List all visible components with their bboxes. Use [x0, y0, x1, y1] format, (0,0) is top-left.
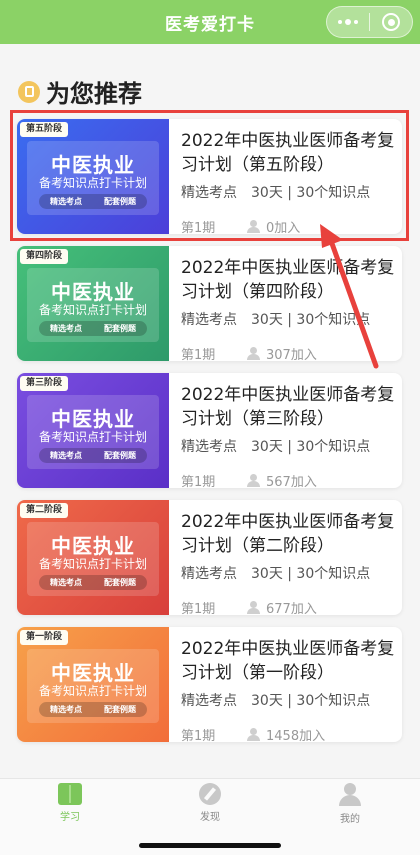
- person-icon: [339, 783, 361, 807]
- plan-cover: 第一阶段 中医执业 备考知识点打卡计划 精选考点 配套例题: [17, 627, 169, 742]
- plan-issue: 第1期: [181, 602, 216, 617]
- person-icon: [247, 728, 260, 741]
- plan-footer: 第1期 677加入: [181, 598, 397, 617]
- cover-pill-left: 精选考点: [50, 705, 82, 714]
- cover-pill-left: 精选考点: [50, 578, 82, 587]
- section-header: 为您推荐: [18, 74, 142, 109]
- plan-joined: 0加入: [266, 221, 301, 236]
- more-button[interactable]: [327, 7, 369, 37]
- cover-pill: 精选考点 配套例题: [39, 194, 147, 209]
- plan-card[interactable]: 第一阶段 中医执业 备考知识点打卡计划 精选考点 配套例题 2022年中医执业医…: [17, 627, 402, 744]
- main-content: 为您推荐 第五阶段 中医执业 备考知识点打卡计划 精选考点 配套例题 2022年…: [0, 44, 420, 778]
- cover-pill-left: 精选考点: [50, 451, 82, 460]
- plan-title: 2022年中医执业医师备考复习计划（第五阶段）: [181, 131, 395, 175]
- plan-info: 2022年中医执业医师备考复习计划（第三阶段） 精选考点 30天 | 30个知识…: [181, 383, 397, 490]
- plan-title: 2022年中医执业医师备考复习计划（第二阶段）: [181, 512, 395, 556]
- more-dots-icon: [338, 19, 358, 25]
- cover-pill: 精选考点 配套例题: [39, 702, 147, 717]
- tab-me[interactable]: 我的: [310, 783, 390, 827]
- plan-joined: 1458加入: [266, 729, 326, 744]
- stage-badge: 第三阶段: [20, 376, 69, 391]
- compass-icon: [199, 783, 221, 805]
- plan-footer: 第1期 567加入: [181, 471, 397, 490]
- plan-meta: 精选考点 30天 | 30个知识点: [181, 312, 371, 328]
- cover-subtitle: 备考知识点打卡计划: [38, 684, 147, 698]
- mini-program-capsule: [326, 6, 413, 38]
- target-icon: [382, 13, 400, 31]
- cover-pill-right: 配套例题: [104, 578, 136, 587]
- person-icon: [247, 601, 260, 614]
- cover-pill-left: 精选考点: [50, 324, 82, 333]
- cover-pill-right: 配套例题: [104, 324, 136, 333]
- plan-issue: 第1期: [181, 475, 216, 490]
- nav-title: 医考爱打卡: [165, 14, 255, 35]
- cover-pill-right: 配套例题: [104, 705, 136, 714]
- stage-badge: 第四阶段: [20, 249, 69, 264]
- tab-label: 学习: [60, 812, 80, 823]
- stage-badge: 第五阶段: [20, 122, 69, 137]
- plan-footer: 第1期 1458加入: [181, 725, 397, 744]
- plan-issue: 第1期: [181, 221, 216, 236]
- plan-cover: 第二阶段 中医执业 备考知识点打卡计划 精选考点 配套例题: [17, 500, 169, 615]
- cover-pill-right: 配套例题: [104, 451, 136, 460]
- plan-joined: 677加入: [266, 602, 317, 617]
- bookmark-icon: [18, 80, 40, 103]
- tab-discover[interactable]: 发现: [170, 783, 250, 827]
- plan-title: 2022年中医执业医师备考复习计划（第一阶段）: [181, 639, 395, 683]
- person-icon: [247, 474, 260, 487]
- cover-pill: 精选考点 配套例题: [39, 448, 147, 463]
- close-button[interactable]: [370, 7, 412, 37]
- plan-title: 2022年中医执业医师备考复习计划（第四阶段）: [181, 258, 395, 302]
- person-icon: [247, 220, 260, 233]
- plan-issue: 第1期: [181, 729, 216, 744]
- plan-info: 2022年中医执业医师备考复习计划（第一阶段） 精选考点 30天 | 30个知识…: [181, 637, 397, 744]
- cover-pill-left: 精选考点: [50, 197, 82, 206]
- plan-cover: 第四阶段 中医执业 备考知识点打卡计划 精选考点 配套例题: [17, 246, 169, 361]
- section-title: 为您推荐: [46, 80, 142, 108]
- plan-cover: 第五阶段 中医执业 备考知识点打卡计划 精选考点 配套例题: [17, 119, 169, 234]
- person-icon: [247, 347, 260, 360]
- plan-info: 2022年中医执业医师备考复习计划（第二阶段） 精选考点 30天 | 30个知识…: [181, 510, 397, 617]
- plan-footer: 第1期 307加入: [181, 344, 397, 363]
- tab-learn[interactable]: 学习: [30, 783, 110, 827]
- cover-pill: 精选考点 配套例题: [39, 321, 147, 336]
- plan-meta: 精选考点 30天 | 30个知识点: [181, 439, 371, 455]
- plan-footer: 第1期 0加入: [181, 217, 397, 236]
- plan-title: 2022年中医执业医师备考复习计划（第三阶段）: [181, 385, 395, 429]
- stage-badge: 第二阶段: [20, 503, 69, 518]
- plan-joined: 307加入: [266, 348, 317, 363]
- plan-card[interactable]: 第五阶段 中医执业 备考知识点打卡计划 精选考点 配套例题 2022年中医执业医…: [17, 119, 402, 236]
- home-indicator: [139, 843, 281, 848]
- plan-info: 2022年中医执业医师备考复习计划（第五阶段） 精选考点 30天 | 30个知识…: [181, 129, 397, 236]
- tab-label: 我的: [340, 814, 360, 825]
- cover-subtitle: 备考知识点打卡计划: [38, 303, 147, 317]
- plan-meta: 精选考点 30天 | 30个知识点: [181, 185, 371, 201]
- nav-bar: 医考爱打卡: [0, 0, 420, 44]
- plan-card[interactable]: 第三阶段 中医执业 备考知识点打卡计划 精选考点 配套例题 2022年中医执业医…: [17, 373, 402, 490]
- cover-subtitle: 备考知识点打卡计划: [38, 430, 147, 444]
- plan-meta: 精选考点 30天 | 30个知识点: [181, 566, 371, 582]
- plan-card[interactable]: 第四阶段 中医执业 备考知识点打卡计划 精选考点 配套例题 2022年中医执业医…: [17, 246, 402, 363]
- plan-issue: 第1期: [181, 348, 216, 363]
- book-icon: [58, 783, 82, 805]
- plan-joined: 567加入: [266, 475, 317, 490]
- cover-pill: 精选考点 配套例题: [39, 575, 147, 590]
- cover-subtitle: 备考知识点打卡计划: [38, 557, 147, 571]
- stage-badge: 第一阶段: [20, 630, 69, 645]
- cover-pill-right: 配套例题: [104, 197, 136, 206]
- cover-subtitle: 备考知识点打卡计划: [38, 176, 147, 190]
- tab-label: 发现: [200, 812, 220, 823]
- plan-cover: 第三阶段 中医执业 备考知识点打卡计划 精选考点 配套例题: [17, 373, 169, 488]
- plan-card[interactable]: 第二阶段 中医执业 备考知识点打卡计划 精选考点 配套例题 2022年中医执业医…: [17, 500, 402, 617]
- plan-info: 2022年中医执业医师备考复习计划（第四阶段） 精选考点 30天 | 30个知识…: [181, 256, 397, 363]
- plan-meta: 精选考点 30天 | 30个知识点: [181, 693, 371, 709]
